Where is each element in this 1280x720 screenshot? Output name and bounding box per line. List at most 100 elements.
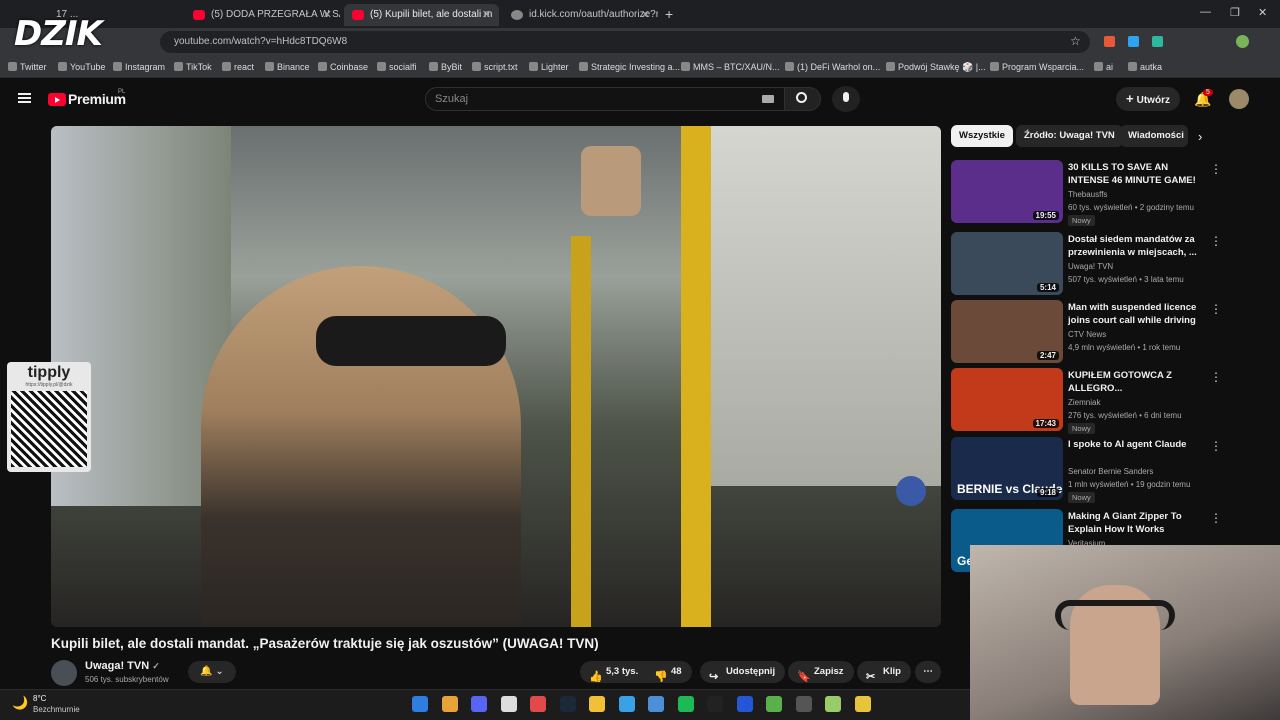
chip-source[interactable]: Źródło: Uwaga! TVN bbox=[1016, 125, 1123, 147]
close-icon[interactable]: ✕ bbox=[482, 4, 491, 26]
taskbar-app-icon[interactable] bbox=[648, 696, 664, 712]
bookmark-item[interactable]: socialfi bbox=[377, 56, 417, 78]
create-button[interactable]: + Utwórz bbox=[1116, 87, 1180, 111]
taskbar-app-icon[interactable] bbox=[412, 696, 428, 712]
bookmark-item[interactable]: Coinbase bbox=[318, 56, 368, 78]
bookmark-item[interactable]: Strategic Investing a... bbox=[579, 56, 680, 78]
rec-channel[interactable]: Ziemniak bbox=[1068, 398, 1100, 407]
rec-thumbnail[interactable]: BERNIE vs Claude 9:18 bbox=[951, 437, 1063, 500]
tab-2[interactable]: (5) DODA PRZEGRAŁA W SĄDZIE✕ bbox=[185, 4, 340, 26]
dislike-button[interactable]: 👎 48 bbox=[645, 661, 692, 683]
chip-all[interactable]: Wszystkie bbox=[951, 125, 1013, 147]
account-avatar[interactable] bbox=[1229, 89, 1249, 109]
channel-avatar[interactable] bbox=[51, 660, 77, 686]
rec-thumbnail[interactable]: 17:43 bbox=[951, 368, 1063, 431]
tab-3[interactable]: (5) Kupili bilet, ale dostali m ✕ bbox=[344, 4, 499, 26]
rec-channel[interactable]: CTV News bbox=[1068, 330, 1106, 339]
clip-button[interactable]: ✂ Klip bbox=[857, 661, 911, 683]
rec-channel[interactable]: Senator Bernie Sanders bbox=[1068, 467, 1153, 476]
taskbar-app-icon[interactable] bbox=[795, 696, 812, 712]
bookmark-item[interactable]: Podwój Stawkę 🎲 |... bbox=[886, 56, 986, 78]
rec-thumbnail[interactable]: 2:47 bbox=[951, 300, 1063, 363]
rec-title[interactable]: KUPIŁEM GOTOWCA Z ALLEGRO... bbox=[1068, 369, 1204, 395]
search-button[interactable] bbox=[784, 87, 821, 111]
subscription-bell-button[interactable]: 🔔 ⌄ bbox=[188, 661, 236, 683]
taskbar-app-icon[interactable] bbox=[766, 696, 782, 712]
more-icon[interactable]: ⋮ bbox=[1210, 511, 1222, 525]
close-icon[interactable]: ✕ bbox=[323, 4, 332, 26]
more-icon[interactable]: ⋮ bbox=[1210, 234, 1222, 248]
bookmark-item[interactable]: react bbox=[222, 56, 254, 78]
rec-channel[interactable]: Thebausffs bbox=[1068, 190, 1107, 199]
new-tab-button[interactable]: + bbox=[665, 6, 673, 22]
more-icon[interactable]: ⋮ bbox=[1210, 370, 1222, 384]
keyboard-icon[interactable] bbox=[762, 95, 774, 103]
taskbar-app-icon[interactable] bbox=[589, 696, 605, 712]
rec-thumbnail[interactable]: 5:14 bbox=[951, 232, 1063, 295]
chip-news[interactable]: Wiadomości bbox=[1120, 125, 1188, 147]
logo-region: PL bbox=[118, 89, 126, 95]
close-icon[interactable]: ✕ bbox=[641, 4, 650, 26]
video-player[interactable] bbox=[51, 126, 941, 627]
more-icon[interactable]: ⋮ bbox=[1210, 439, 1222, 453]
bookmark-item[interactable]: Program Wsparcia... bbox=[990, 56, 1084, 78]
taskbar-app-icon[interactable] bbox=[441, 696, 458, 712]
search-input[interactable]: Szukaj bbox=[425, 87, 785, 111]
rec-title[interactable]: 30 KILLS TO SAVE AN INTENSE 46 MINUTE GA… bbox=[1068, 161, 1204, 187]
bookmark-item[interactable]: ByBit bbox=[429, 56, 462, 78]
like-count: 5,3 tys. bbox=[606, 666, 639, 677]
taskbar-app-icon[interactable] bbox=[707, 696, 723, 712]
taskbar-app-icon[interactable] bbox=[530, 696, 546, 712]
voice-search-button[interactable] bbox=[832, 86, 860, 112]
menu-icon[interactable] bbox=[18, 93, 31, 103]
taskbar-app-icon[interactable] bbox=[677, 696, 694, 712]
mic-icon bbox=[843, 92, 849, 102]
thumbs-up-icon: 👍 bbox=[589, 671, 603, 683]
bookmark-item[interactable]: autka bbox=[1128, 56, 1162, 78]
rec-title[interactable]: I spoke to AI agent Claude bbox=[1068, 438, 1204, 451]
more-icon[interactable]: ⋮ bbox=[1210, 162, 1222, 176]
rec-thumbnail[interactable]: 19:55 bbox=[951, 160, 1063, 223]
star-icon[interactable]: ☆ bbox=[1070, 34, 1081, 48]
more-actions-button[interactable]: ⋯ bbox=[915, 661, 941, 683]
bookmark-icon bbox=[681, 62, 690, 71]
bookmark-item[interactable]: TikTok bbox=[174, 56, 212, 78]
like-button[interactable]: 👍 5,3 tys. bbox=[580, 661, 649, 683]
rec-title[interactable]: Man with suspended licence joins court c… bbox=[1068, 301, 1204, 327]
taskbar-app-icon[interactable] bbox=[736, 696, 753, 712]
bookmark-item[interactable]: Twitter bbox=[8, 56, 47, 78]
extension-icon[interactable] bbox=[1128, 36, 1139, 47]
minimize-icon[interactable]: — bbox=[1200, 6, 1211, 18]
extension-icon[interactable] bbox=[1104, 36, 1115, 47]
profile-avatar[interactable] bbox=[1236, 35, 1249, 48]
bookmark-item[interactable]: (1) DeFi Warhol on... bbox=[785, 56, 880, 78]
bookmark-item[interactable]: YouTube bbox=[58, 56, 105, 78]
taskbar-app-icon[interactable] bbox=[471, 696, 487, 712]
taskbar-app-icon[interactable] bbox=[500, 696, 517, 712]
rec-channel[interactable]: Uwaga! TVN bbox=[1068, 262, 1113, 271]
url-input[interactable]: youtube.com/watch?v=hHdc8TDQ6W8 bbox=[160, 31, 1090, 53]
bookmark-item[interactable]: Lighter bbox=[529, 56, 569, 78]
more-icon[interactable]: ⋮ bbox=[1210, 302, 1222, 316]
extension-icon[interactable] bbox=[1152, 36, 1163, 47]
channel-name[interactable]: Uwaga! TVN ✓ bbox=[85, 660, 160, 672]
bookmark-item[interactable]: Instagram bbox=[113, 56, 165, 78]
close-window-icon[interactable]: ✕ bbox=[1258, 6, 1267, 19]
bookmark-icon bbox=[429, 62, 438, 71]
taskbar-app-icon[interactable] bbox=[825, 696, 841, 712]
save-button[interactable]: 🔖 Zapisz bbox=[788, 661, 854, 683]
bike-sign-icon bbox=[896, 476, 926, 506]
tab-4[interactable]: id.kick.com/oauth/authorize?re ✕ bbox=[503, 4, 658, 26]
bookmark-item[interactable]: ai bbox=[1094, 56, 1113, 78]
bookmark-item[interactable]: script.txt bbox=[472, 56, 518, 78]
taskbar-app-icon[interactable] bbox=[559, 696, 576, 712]
bookmark-item[interactable]: Binance bbox=[265, 56, 310, 78]
taskbar-app-icon[interactable] bbox=[854, 696, 871, 712]
rec-title[interactable]: Making A Giant Zipper To Explain How It … bbox=[1068, 510, 1204, 536]
maximize-icon[interactable]: ❐ bbox=[1230, 6, 1240, 19]
rec-title[interactable]: Dostał siedem mandatów za przewinienia w… bbox=[1068, 233, 1204, 259]
chevron-right-icon[interactable]: › bbox=[1198, 129, 1202, 144]
bookmark-item[interactable]: MMS – BTC/XAU/N... bbox=[681, 56, 780, 78]
share-button[interactable]: ↪ Udostępnij bbox=[700, 661, 786, 683]
taskbar-app-icon[interactable] bbox=[618, 696, 635, 712]
